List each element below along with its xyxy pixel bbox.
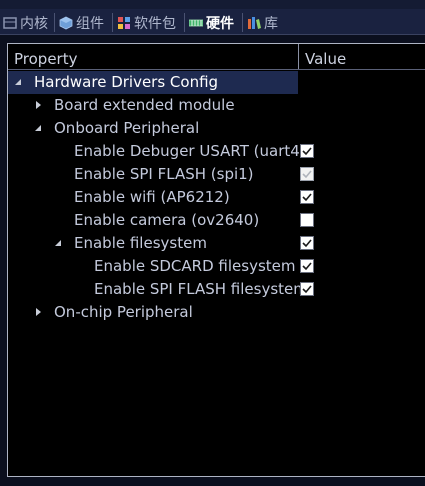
tree-row-on-chip-peripheral[interactable]: On-chip Peripheral bbox=[8, 301, 425, 324]
package-grid-icon bbox=[117, 16, 131, 30]
tab-packages[interactable]: 软件包 bbox=[114, 11, 179, 34]
tab-separator bbox=[184, 13, 185, 32]
checkmark-icon bbox=[302, 170, 312, 179]
tree-row-enable-spi-flash-filesystem[interactable]: Enable SPI FLASH filesystem bbox=[8, 278, 425, 301]
tab-component-label: 组件 bbox=[76, 15, 104, 32]
row-label-area: Enable SDCARD filesystem bbox=[8, 255, 298, 278]
expand-arrow-icon[interactable] bbox=[34, 94, 44, 117]
wifi-checkbox[interactable] bbox=[300, 190, 314, 204]
row-label-area: Onboard Peripheral bbox=[8, 117, 298, 140]
camera-checkbox[interactable] bbox=[300, 213, 314, 227]
property-grid-header: Property Value bbox=[8, 44, 425, 70]
checkmark-icon bbox=[302, 239, 312, 248]
tab-separator bbox=[112, 13, 113, 32]
tab-packages-label: 软件包 bbox=[134, 15, 176, 32]
tree-row-enable-wifi[interactable]: Enable wifi (AP6212) bbox=[8, 186, 425, 209]
row-label-area: Enable SPI FLASH filesystem bbox=[8, 278, 308, 301]
tree-row-label: Enable wifi (AP6212) bbox=[74, 188, 230, 206]
tab-hardware-label: 硬件 bbox=[206, 15, 234, 32]
tree-row-label: Board extended module bbox=[54, 96, 235, 114]
tree-row-label: Enable filesystem bbox=[74, 234, 207, 252]
tree-row-enable-spi-flash[interactable]: Enable SPI FLASH (spi1) bbox=[8, 163, 425, 186]
tree-row-label: Hardware Drivers Config bbox=[34, 73, 219, 91]
spi-flash-filesystem-checkbox[interactable] bbox=[300, 282, 314, 296]
sdcard-filesystem-checkbox[interactable] bbox=[300, 259, 314, 273]
tab-library[interactable]: 库 bbox=[244, 11, 281, 34]
tab-library-label: 库 bbox=[264, 15, 278, 32]
library-icon bbox=[247, 16, 261, 30]
tab-separator bbox=[242, 13, 243, 32]
row-label-area: Board extended module bbox=[8, 94, 298, 117]
row-label-area: Enable Debuger USART (uart4) bbox=[8, 140, 306, 163]
row-label-area: On-chip Peripheral bbox=[8, 301, 298, 324]
tab-hardware[interactable]: 硬件 bbox=[186, 11, 237, 34]
tree-row-hardware-drivers-config[interactable]: Hardware Drivers Config bbox=[8, 71, 425, 94]
tree-row-enable-camera[interactable]: Enable camera (ov2640) bbox=[8, 209, 425, 232]
tree-row-label: Enable camera (ov2640) bbox=[74, 211, 260, 229]
tab-kernel[interactable]: 内核 bbox=[0, 11, 51, 34]
tree-row-label: Enable SPI FLASH (spi1) bbox=[74, 165, 254, 183]
row-label-area: Enable SPI FLASH (spi1) bbox=[8, 163, 298, 186]
value-column-header[interactable]: Value bbox=[299, 44, 425, 69]
hardware-board-icon bbox=[188, 16, 204, 30]
tree-row-board-extended-module[interactable]: Board extended module bbox=[8, 94, 425, 117]
collapse-arrow-icon[interactable] bbox=[34, 117, 44, 140]
collapse-arrow-icon[interactable] bbox=[54, 232, 64, 255]
property-column-header[interactable]: Property bbox=[8, 44, 298, 69]
tree-row-label: Enable SPI FLASH filesystem bbox=[94, 280, 308, 298]
tree-row-label: Onboard Peripheral bbox=[54, 119, 200, 137]
tree-row-enable-debuger-usart[interactable]: Enable Debuger USART (uart4) bbox=[8, 140, 425, 163]
uart4-checkbox[interactable] bbox=[300, 144, 314, 158]
tab-bar: 内核 组件 软件包 硬件 库 bbox=[0, 0, 425, 35]
property-grid: Property Value Hardware Drivers Config B… bbox=[7, 43, 425, 477]
checkmark-icon bbox=[302, 193, 312, 202]
row-label-area: Enable filesystem bbox=[8, 232, 298, 255]
filesystem-checkbox[interactable] bbox=[300, 236, 314, 250]
tab-component[interactable]: 组件 bbox=[56, 11, 107, 34]
spi1-checkbox bbox=[300, 167, 314, 181]
tab-separator bbox=[54, 13, 55, 32]
expand-arrow-icon[interactable] bbox=[34, 301, 44, 324]
tab-kernel-label: 内核 bbox=[20, 15, 48, 32]
checkmark-icon bbox=[302, 147, 312, 156]
tree-row-enable-sdcard-filesystem[interactable]: Enable SDCARD filesystem bbox=[8, 255, 425, 278]
checkmark-icon bbox=[302, 262, 312, 271]
tree-row-enable-filesystem[interactable]: Enable filesystem bbox=[8, 232, 425, 255]
component-cube-icon bbox=[59, 16, 73, 30]
row-label-area: Enable wifi (AP6212) bbox=[8, 186, 298, 209]
row-label-area: Enable camera (ov2640) bbox=[8, 209, 298, 232]
tree-row-label: On-chip Peripheral bbox=[54, 303, 193, 321]
tree-row-onboard-peripheral[interactable]: Onboard Peripheral bbox=[8, 117, 425, 140]
collapse-arrow-icon[interactable] bbox=[14, 71, 24, 94]
tree-row-label: Enable Debuger USART (uart4) bbox=[74, 142, 306, 160]
tree-row-label: Enable SDCARD filesystem bbox=[94, 257, 296, 275]
kernel-icon bbox=[3, 16, 17, 30]
checkmark-icon bbox=[302, 285, 312, 294]
row-label-area: Hardware Drivers Config bbox=[8, 71, 298, 94]
